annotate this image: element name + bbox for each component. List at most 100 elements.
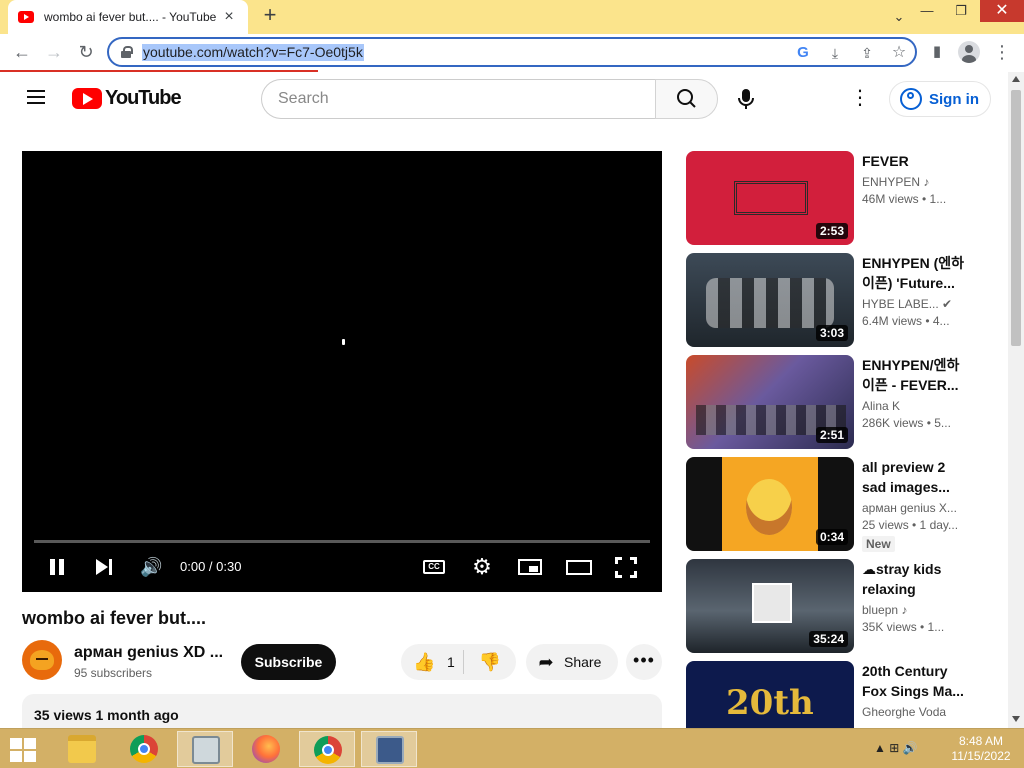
- related-channel-name[interactable]: Alina K: [862, 399, 966, 413]
- video-thumbnail[interactable]: [686, 661, 854, 728]
- clock-time: 8:48 AM: [958, 734, 1004, 748]
- browser-tab[interactable]: wombo ai fever but.... - YouTube ×: [8, 0, 248, 34]
- window-maximize-button[interactable]: ❐: [944, 0, 978, 22]
- video-progress-bar[interactable]: [34, 540, 650, 543]
- resource-monitor-taskbar-button[interactable]: [177, 731, 233, 767]
- video-thumbnail[interactable]: 0:34: [686, 457, 854, 551]
- youtube-favicon-icon: [18, 11, 34, 23]
- related-channel-name[interactable]: ENHYPEN ♪: [862, 175, 966, 189]
- related-video-item[interactable]: 35:24 ☁stray kids relaxing playli... blu…: [686, 559, 986, 653]
- sign-in-button[interactable]: Sign in: [889, 81, 991, 117]
- captions-icon[interactable]: CC: [423, 555, 445, 579]
- related-video-title[interactable]: ENHYPEN (엔하이픈) 'Future...: [862, 253, 966, 293]
- related-video-title[interactable]: ☁stray kids relaxing playli...: [862, 559, 966, 599]
- dislike-button[interactable]: 👎: [464, 644, 516, 680]
- chrome-menu-icon[interactable]: ⋮: [991, 41, 1013, 63]
- video-thumbnail[interactable]: 35:24: [686, 559, 854, 653]
- back-button[interactable]: ←: [9, 39, 35, 65]
- like-button[interactable]: 👍 1: [401, 644, 463, 680]
- video-thumbnail[interactable]: 2:53: [686, 151, 854, 245]
- related-channel-name[interactable]: HYBE LABE... ✔: [862, 297, 966, 311]
- guide-menu-icon[interactable]: [27, 90, 45, 104]
- volume-icon[interactable]: 🔊: [140, 555, 162, 579]
- like-dislike-group: 👍 1 👎: [401, 644, 516, 680]
- youtube-logo[interactable]: YouTube: [72, 87, 182, 110]
- page-scrollbar[interactable]: [1008, 72, 1024, 728]
- channel-name[interactable]: арман genius XD ...: [74, 644, 223, 662]
- chrome-active-taskbar-button[interactable]: [299, 731, 355, 767]
- lock-icon[interactable]: [121, 46, 133, 58]
- related-channel-name[interactable]: арман genius X...: [862, 501, 966, 515]
- subscribe-button[interactable]: Subscribe: [241, 644, 336, 680]
- bookmark-star-icon[interactable]: ☆: [889, 43, 909, 63]
- share-page-icon[interactable]: ⇪: [857, 43, 877, 63]
- video-thumbnail[interactable]: 3:03: [686, 253, 854, 347]
- related-video-title[interactable]: 20th Century Fox Sings Ma...: [862, 661, 966, 701]
- scrollbar-thumb[interactable]: [1011, 90, 1021, 346]
- related-view-count: 35K views • 1...: [862, 620, 945, 634]
- related-video-item[interactable]: 0:34 all preview 2 sad images... арман g…: [686, 457, 986, 552]
- loading-spinner-icon: [342, 339, 345, 345]
- related-video-item[interactable]: 2:53 FEVER ENHYPEN ♪ 46M views • 1...: [686, 151, 986, 245]
- related-video-item[interactable]: 20th Century Fox Sings Ma... Gheorghe Vo…: [686, 661, 986, 728]
- url-text[interactable]: youtube.com/watch?v=Fc7-Oe0tj5k: [142, 44, 364, 61]
- account-circle-icon: [900, 88, 922, 110]
- new-badge: New: [862, 536, 895, 552]
- fullscreen-icon[interactable]: [615, 555, 637, 579]
- scroll-down-arrow-icon[interactable]: [1012, 716, 1020, 722]
- duration-badge: 2:53: [815, 223, 848, 239]
- window-minimize-button[interactable]: —: [910, 0, 944, 22]
- new-tab-button[interactable]: +: [258, 4, 282, 28]
- miniplayer-icon[interactable]: [518, 555, 542, 579]
- channel-avatar[interactable]: [22, 640, 62, 680]
- youtube-logo-text: YouTube: [105, 87, 182, 109]
- file-explorer-taskbar-button[interactable]: [54, 731, 110, 767]
- share-button[interactable]: ➦ Share: [526, 644, 618, 680]
- video-thumbnail[interactable]: 2:51: [686, 355, 854, 449]
- clock-date: 11/15/2022: [951, 749, 1011, 763]
- chrome-taskbar-button[interactable]: [116, 731, 172, 767]
- settings-gear-icon[interactable]: ⚙: [470, 555, 494, 579]
- scroll-up-arrow-icon[interactable]: [1012, 76, 1020, 82]
- install-app-icon[interactable]: ⤓: [825, 43, 845, 63]
- description-box[interactable]: 35 views 1 month ago: [22, 694, 662, 728]
- related-view-count: 25 views • 1 day...: [862, 518, 959, 532]
- browser-toolbar: ← → ↻ youtube.com/watch?v=Fc7-Oe0tj5k G …: [0, 34, 1024, 70]
- related-video-title[interactable]: all preview 2 sad images...: [862, 457, 966, 497]
- tab-title: wombo ai fever but.... - YouTube: [44, 10, 217, 24]
- tool-taskbar-button[interactable]: [361, 731, 417, 767]
- related-video-item[interactable]: 2:51 ENHYPEN/엔하이픈 - FEVER... Alina K 286…: [686, 355, 986, 449]
- system-tray-icons[interactable]: ▲ ⊞ 🔊: [874, 741, 918, 755]
- search-button[interactable]: [655, 79, 718, 119]
- side-panel-icon[interactable]: ▮: [926, 41, 948, 63]
- youtube-logo-icon: [72, 88, 102, 109]
- theater-mode-icon[interactable]: [566, 555, 592, 579]
- related-video-title[interactable]: FEVER: [862, 151, 966, 171]
- windows-start-icon[interactable]: [10, 738, 38, 762]
- related-video-title[interactable]: ENHYPEN/엔하이픈 - FEVER...: [862, 355, 966, 395]
- firefox-icon: [252, 735, 280, 763]
- settings-more-icon[interactable]: ⋮: [850, 86, 870, 110]
- forward-button[interactable]: →: [41, 39, 67, 65]
- more-actions-button[interactable]: •••: [626, 644, 662, 680]
- tab-close-icon[interactable]: ×: [220, 8, 238, 26]
- thumbs-up-icon: 👍: [413, 651, 436, 672]
- reload-button[interactable]: ↻: [73, 39, 99, 65]
- related-channel-name[interactable]: Gheorghe Voda: [862, 705, 966, 719]
- next-video-icon[interactable]: [94, 555, 114, 579]
- google-lens-icon[interactable]: G: [793, 43, 813, 63]
- window-close-button[interactable]: ✕: [980, 0, 1024, 22]
- search-input[interactable]: Search: [261, 79, 655, 119]
- address-bar[interactable]: youtube.com/watch?v=Fc7-Oe0tj5k G ⤓ ⇪ ☆: [107, 37, 917, 67]
- profile-avatar-icon[interactable]: [958, 41, 980, 63]
- like-count: 1: [447, 654, 455, 670]
- duration-badge: 0:34: [815, 529, 848, 545]
- firefox-taskbar-button[interactable]: [238, 731, 294, 767]
- video-player[interactable]: 🔊 0:00 / 0:30 CC ⚙: [22, 151, 662, 592]
- taskbar-clock[interactable]: 8:48 AM 11/15/2022: [950, 734, 1012, 764]
- related-channel-name[interactable]: bluepn ♪: [862, 603, 966, 617]
- voice-search-button[interactable]: [735, 87, 757, 111]
- pause-icon[interactable]: [48, 555, 66, 579]
- related-video-item[interactable]: 3:03 ENHYPEN (엔하이픈) 'Future... HYBE LABE…: [686, 253, 986, 347]
- share-label: Share: [564, 654, 602, 670]
